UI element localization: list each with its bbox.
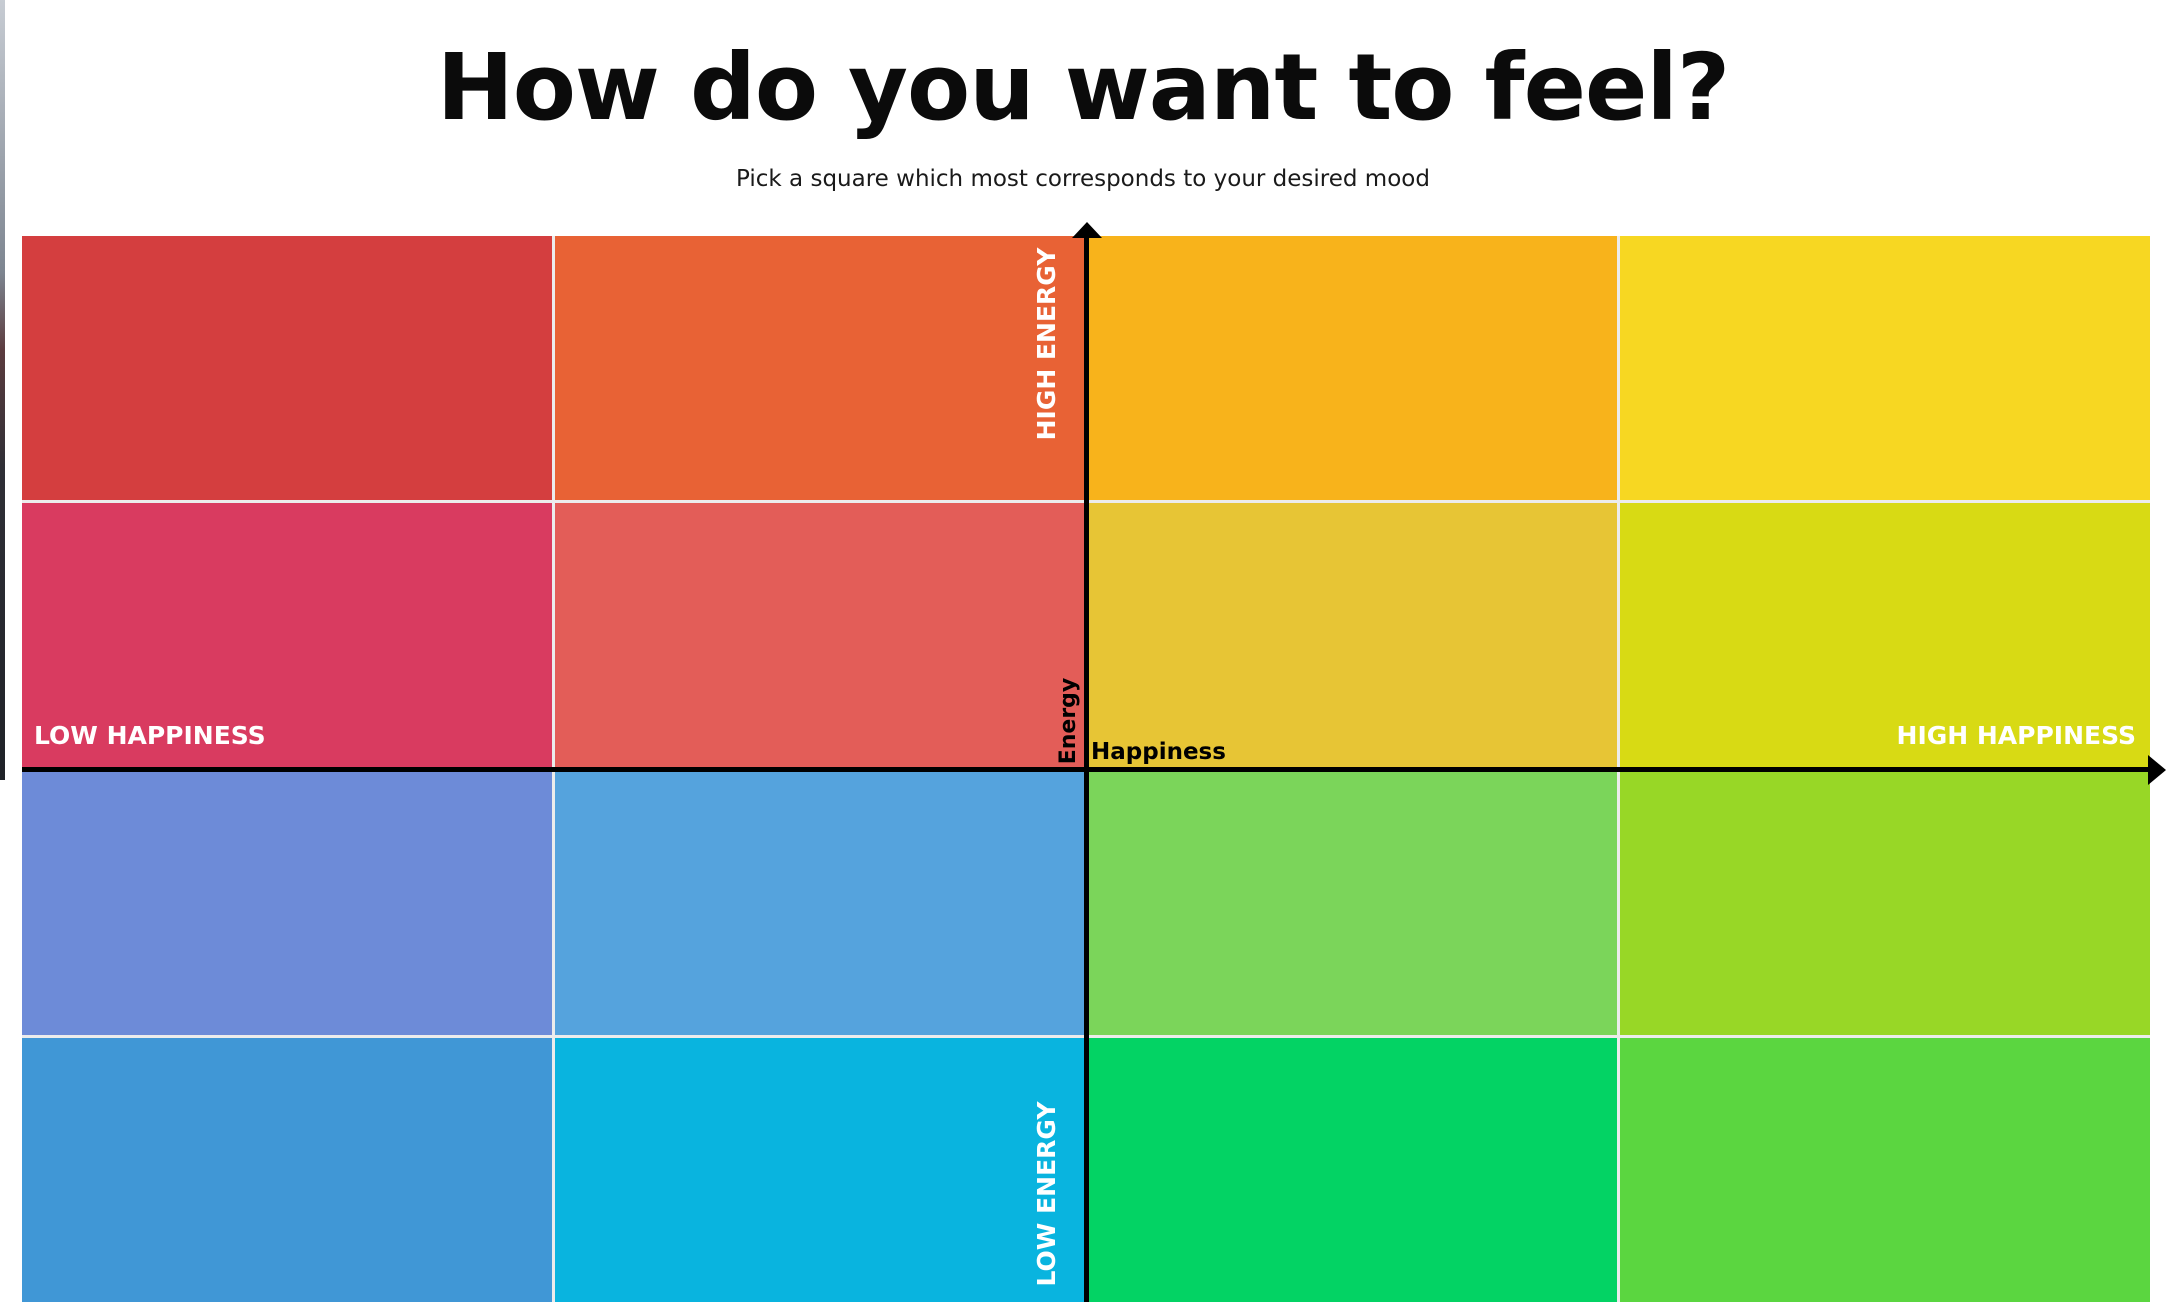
- mood-square-r1-c1[interactable]: [22, 236, 552, 501]
- mood-square-r1-c4[interactable]: [1620, 236, 2150, 501]
- mood-square-r1-c3[interactable]: [1087, 236, 1618, 501]
- mood-square-r3-c1[interactable]: [22, 770, 552, 1035]
- mood-square-r2-c3[interactable]: [1087, 503, 1618, 768]
- page-title: How do you want to feel?: [436, 34, 1731, 141]
- happiness-axis-label: Happiness: [1091, 739, 1226, 765]
- low-happiness-label: LOW HAPPINESS: [34, 721, 266, 750]
- page-subtitle: Pick a square which most corresponds to …: [736, 166, 1430, 192]
- happiness-axis-arrow-icon: [2148, 755, 2166, 785]
- energy-axis-label: Energy: [1056, 677, 1081, 765]
- mood-square-r3-c3[interactable]: [1087, 770, 1618, 1035]
- happiness-axis-line: [22, 767, 2150, 772]
- energy-axis-arrow-icon: [1072, 222, 1102, 238]
- mood-square-r4-c3[interactable]: [1087, 1037, 1618, 1302]
- mood-square-r3-c2[interactable]: [554, 770, 1085, 1035]
- mood-square-r4-c2[interactable]: [554, 1037, 1085, 1302]
- mood-square-r2-c2[interactable]: [554, 503, 1085, 768]
- mood-square-r4-c1[interactable]: [22, 1037, 552, 1302]
- mood-square-r3-c4[interactable]: [1620, 770, 2150, 1035]
- mood-square-r4-c4[interactable]: [1620, 1037, 2150, 1302]
- high-energy-label: HIGH ENERGY: [1032, 247, 1061, 441]
- high-happiness-label: HIGH HAPPINESS: [1896, 721, 2136, 750]
- low-energy-label: LOW ENERGY: [1032, 1101, 1061, 1287]
- mood-picker-page: How do you want to feel? Pick a square w…: [0, 0, 2166, 1313]
- mood-square-r1-c2[interactable]: [554, 236, 1085, 501]
